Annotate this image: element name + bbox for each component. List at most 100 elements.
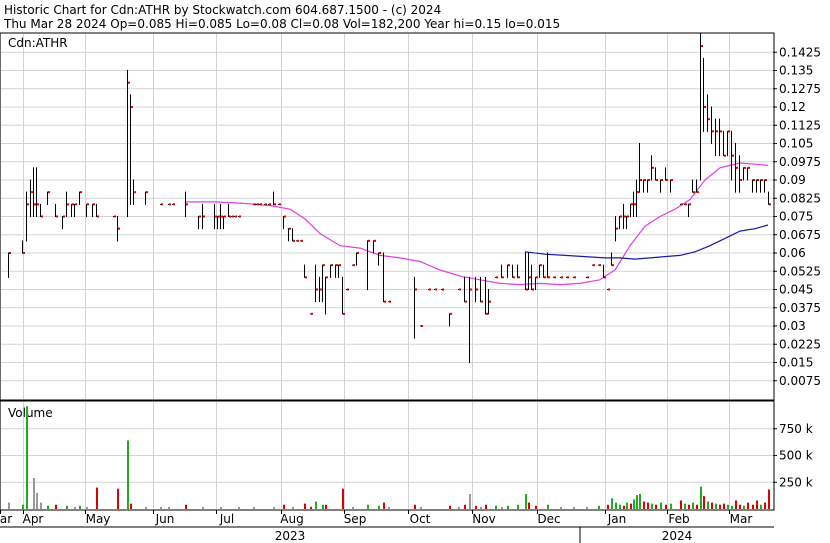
close-tick [701,45,703,48]
volume-bar [117,488,119,509]
close-tick [289,227,291,230]
volume-bar [636,495,638,509]
volume-bar [74,506,76,509]
price-panel-title: Cdn:ATHR [8,36,68,50]
volume-bar [420,506,422,509]
volume-bar [273,506,275,509]
close-tick [173,203,175,206]
close-tick [496,276,498,279]
close-tick [470,288,472,291]
price-tick-label: 0.0825 [779,191,821,205]
volume-bar [680,500,682,509]
close-tick [229,215,231,218]
volume-axis: 750 k 500 k 250 k [773,422,813,489]
close-tick [666,179,668,181]
close-tick [254,203,256,206]
volume-bar [160,506,162,509]
price-tick-label: 0.12 [779,100,806,114]
close-tick [640,179,642,181]
close-tick [561,276,563,279]
close-tick [323,264,325,267]
month-label: May [86,512,111,526]
close-tick [161,203,163,206]
volume-bar [633,499,635,509]
close-tick [23,252,25,254]
close-tick [203,215,205,218]
volume-bar [202,506,204,509]
close-tick [587,276,589,279]
volume-bar [127,440,129,509]
volume-bar [55,504,57,509]
close-tick [169,203,171,206]
volume-bar [22,504,24,509]
volume-bar [528,502,530,509]
volume-bar [168,506,170,509]
month-label: Apr [23,512,44,526]
volume-bar [507,505,509,509]
volume-bar [33,477,35,509]
volume-bar [322,504,324,509]
close-tick [357,252,359,254]
close-tick [72,203,74,206]
close-tick [465,300,467,303]
volume-tick-label: 500 k [779,449,813,463]
close-tick [87,203,89,206]
month-label: Jun [155,512,175,526]
close-tick [765,179,767,181]
volume-bar [501,506,503,509]
month-label: Mar [730,512,753,526]
close-tick [704,106,706,108]
close-tick [513,276,515,279]
volume-bar [495,505,497,509]
volume-bar [547,504,549,509]
close-tick [215,215,217,218]
month-label: Nov [472,512,495,526]
close-tick [379,252,381,254]
close-tick [637,191,639,194]
price-tick-label: 0.105 [779,137,813,151]
close-tick [75,203,77,206]
volume-bar [535,505,537,509]
close-tick [347,288,349,291]
month-label: Aug [280,512,303,526]
close-tick [685,203,687,206]
volume-bar [643,501,645,509]
volume-bar [238,506,240,509]
close-tick [305,276,307,279]
close-tick [634,203,636,206]
close-tick [518,276,520,279]
volume-bar [703,496,705,509]
price-tick-label: 0.015 [779,356,813,370]
close-tick [593,264,595,267]
close-tick [80,191,82,194]
close-tick [740,179,742,181]
close-tick [757,179,759,181]
close-tick [620,215,622,218]
close-tick [627,215,629,218]
close-tick [293,239,295,242]
volume-bar [517,504,519,509]
header-line-2: Thu Mar 28 2024 Op=0.085 Hi=0.085 Lo=0.0… [3,17,560,31]
price-tick-label: 0.06 [779,246,806,260]
price-tick-label: 0.0975 [779,155,821,169]
price-tick-label: 0.09 [779,173,806,187]
price-tick-label: 0.0075 [779,374,821,388]
close-tick [269,203,271,206]
close-tick [435,288,437,291]
close-tick [540,264,542,267]
close-tick [720,130,722,133]
close-tick [389,300,391,303]
volume-bar [40,502,42,509]
volume-bar [747,502,749,509]
close-tick [146,191,148,194]
close-tick [753,179,755,181]
close-tick [265,203,267,206]
volume-bar [414,504,416,509]
close-tick [316,288,318,291]
volume-bar [651,503,653,509]
month-label: ar [0,512,12,526]
close-tick [599,264,601,267]
volume-bar [623,505,625,509]
close-tick [421,325,423,327]
price-tick-label: 0.0675 [779,228,821,242]
